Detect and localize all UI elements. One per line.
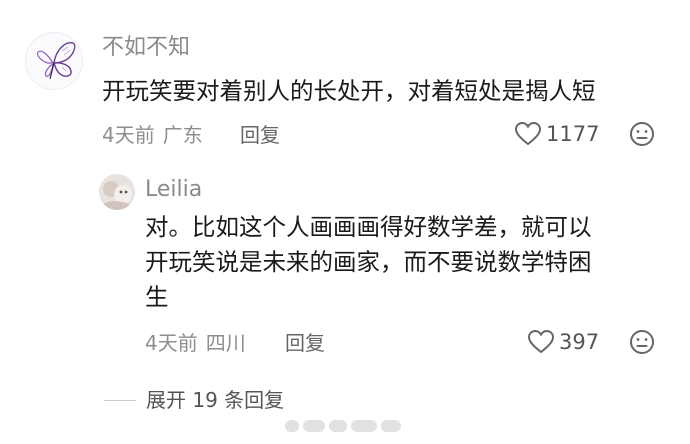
butterfly-icon — [36, 42, 76, 80]
reply-like-count: 397 — [559, 329, 600, 354]
reply-meta: 4天前 四川 — [145, 333, 246, 353]
comment-meta: 4天前 广东 — [102, 125, 203, 145]
comment-text: 开玩笑要对着别人的长处开，对着短处是揭人短 — [102, 77, 596, 105]
unhappy-face-icon — [630, 330, 654, 354]
comment-location: 广东 — [162, 123, 203, 147]
divider — [104, 400, 136, 401]
reply-time: 4天前 — [145, 331, 198, 355]
reply-avatar[interactable] — [99, 174, 135, 210]
heart-icon — [527, 329, 555, 354]
reply-button[interactable]: 回复 — [240, 125, 280, 145]
dislike-button[interactable] — [629, 121, 655, 151]
reply-text-line: 生 — [145, 283, 169, 311]
reply-like-button[interactable]: 397 — [527, 329, 599, 355]
watermark — [285, 416, 401, 436]
like-button[interactable]: 1177 — [514, 121, 599, 147]
reply-text-line: 对。比如这个人画画画得好数学差，就可以 — [145, 213, 592, 241]
comment-username[interactable]: 不如不知 — [102, 37, 190, 59]
reply-reply-button[interactable]: 回复 — [285, 333, 325, 353]
heart-icon — [514, 121, 542, 146]
reply-username[interactable]: Leilia — [145, 179, 202, 201]
reply-location: 四川 — [205, 331, 246, 355]
like-count: 1177 — [546, 121, 600, 146]
expand-replies-button[interactable]: 展开 19 条回复 — [146, 390, 284, 410]
cat-avatar-image — [99, 174, 135, 210]
avatar[interactable] — [25, 32, 83, 90]
unhappy-face-icon — [630, 122, 654, 146]
reply-text-line: 开玩笑说是未来的画家，而不要说数学特困 — [145, 248, 592, 276]
comment-time: 4天前 — [102, 123, 155, 147]
reply-dislike-button[interactable] — [629, 329, 655, 359]
reply-text: 对。比如这个人画画画得好数学差，就可以 开玩笑说是未来的画家，而不要说数学特困 … — [145, 210, 675, 315]
